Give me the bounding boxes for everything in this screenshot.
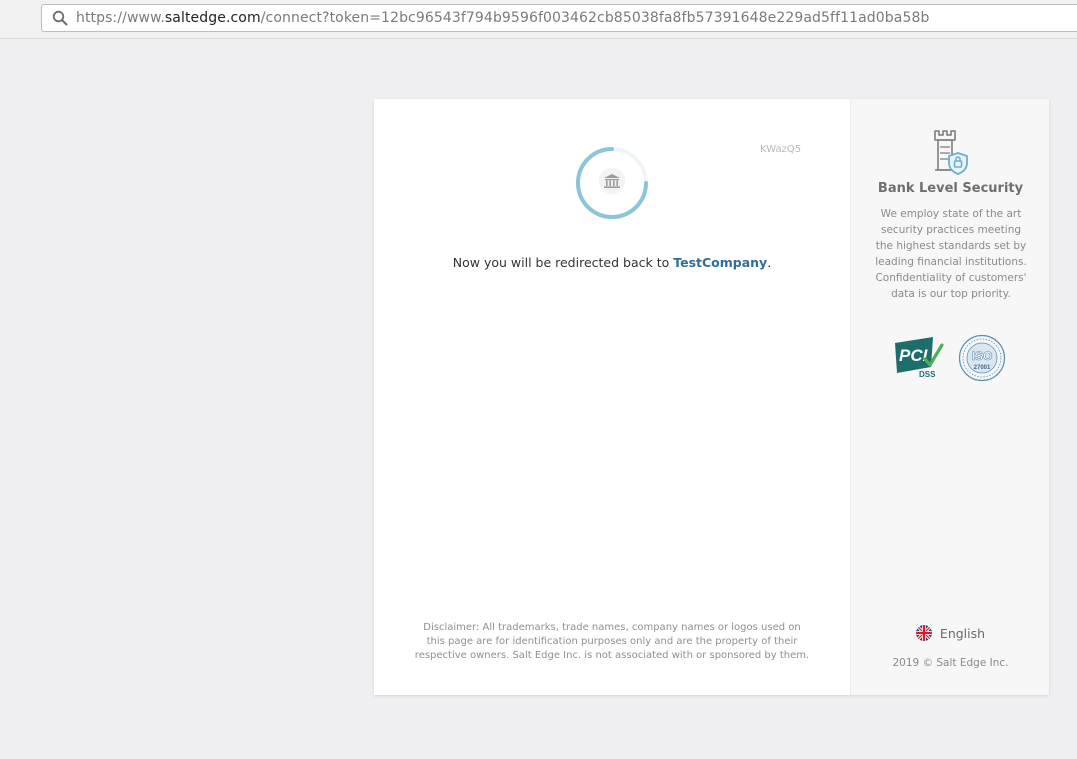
language-selector[interactable]: English — [851, 625, 1050, 641]
card-main: KWazQ5 Now you will be redirected back t… — [374, 99, 850, 695]
iso-27001-logo: ISO 27001 — [958, 334, 1006, 382]
search-icon — [51, 9, 69, 27]
copyright: 2019 © Salt Edge Inc. — [892, 657, 1009, 669]
uk-flag-icon — [915, 625, 932, 641]
svg-text:27001: 27001 — [974, 365, 991, 371]
url-domain: saltedge.com — [164, 10, 261, 26]
redirect-message: Now you will be redirected back to TestC… — [452, 255, 772, 270]
company-link[interactable]: TestCompany — [673, 255, 767, 270]
bank-icon — [599, 168, 625, 194]
pci-dss-logo: PCI DSS — [895, 337, 944, 379]
svg-text:ISO: ISO — [972, 349, 993, 363]
tower-lock-icon — [934, 130, 968, 175]
language-label[interactable]: English — [940, 626, 985, 641]
url-text[interactable]: https://www.saltedge.com/connect?token=1… — [76, 10, 929, 26]
svg-text:PCI: PCI — [899, 346, 929, 365]
session-code: KWazQ5 — [760, 144, 802, 155]
security-title: Bank Level Security — [877, 181, 1024, 196]
disclaimer: Disclaimer: All trademarks, trade names,… — [414, 622, 810, 661]
url-bar[interactable]: https://www.saltedge.com/connect?token=1… — [41, 4, 1077, 32]
browser-toolbar: https://www.saltedge.com/connect?token=1… — [0, 0, 1077, 39]
security-description: We employ state of the art security prac… — [875, 208, 1027, 300]
connect-card: KWazQ5 Now you will be redirected back t… — [374, 99, 1049, 695]
security-panel: Bank Level Security We employ state of t… — [850, 99, 1049, 695]
svg-text:DSS: DSS — [919, 370, 936, 379]
